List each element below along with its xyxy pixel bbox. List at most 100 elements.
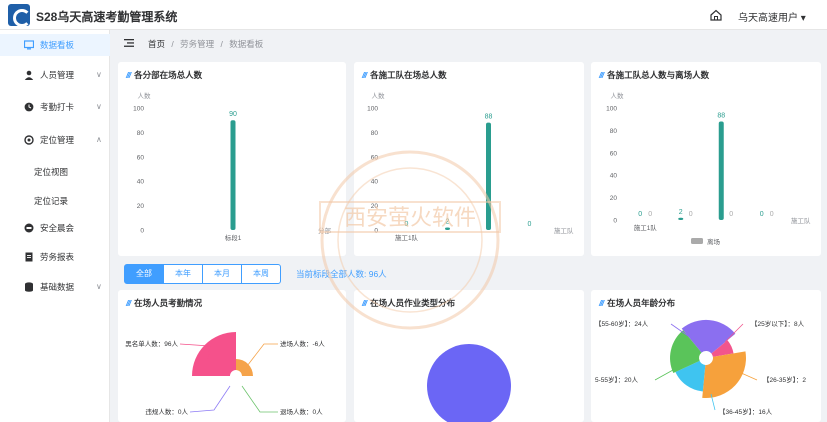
pie-slice xyxy=(427,344,511,422)
sidebar-item-label: 劳务报表 xyxy=(40,252,75,262)
data-label: 0 xyxy=(528,221,532,228)
leader-line xyxy=(189,385,231,413)
bar xyxy=(718,121,724,220)
y-tick-label: 100 xyxy=(367,106,378,113)
y-tick-label: 20 xyxy=(137,203,145,210)
chevron-down-icon: ∨ xyxy=(96,102,102,111)
pie-label: 退场人数：0人 xyxy=(280,407,323,416)
x-axis-label: 分部 xyxy=(318,226,332,235)
database-icon xyxy=(25,282,33,292)
attendance-chart: 黑名单人数：96人 进场人数：-6人违规人数：0人 退场人数：0人 xyxy=(125,332,325,416)
x-tick-label: 施工1队 xyxy=(634,223,658,232)
data-label: 2 xyxy=(446,219,450,226)
filter-year-button[interactable]: 本年 xyxy=(163,264,203,284)
pie-label: 5-55岁】：20人 xyxy=(595,375,638,384)
data-label: 88 xyxy=(485,114,493,121)
y-axis-label: 人数 xyxy=(611,91,625,100)
chevron-up-icon: ∧ xyxy=(96,135,102,144)
x-axis-label: 施工队 xyxy=(791,216,811,225)
app-title: S28乌天高速考勤管理系统 xyxy=(36,10,178,24)
total-count-label: 当前标段全部人数: 96人 xyxy=(296,269,387,279)
branch-onsite-chart: 人数 0 20 40 60 80 100 分部 90 标段1 xyxy=(133,91,332,242)
leader-line xyxy=(241,385,278,413)
y-tick-label: 40 xyxy=(610,173,618,180)
data-label: 0 xyxy=(770,211,774,218)
data-label: 88 xyxy=(717,112,725,119)
time-filter-group: 全部 本年 本月 本周 xyxy=(124,264,281,284)
sidebar-item-label: 安全晨会 xyxy=(40,223,75,233)
breadcrumb-separator: / xyxy=(171,39,174,49)
sidebar-item-attendance[interactable]: 考勤打卡 ∨ xyxy=(0,96,110,118)
location-icon xyxy=(24,135,34,145)
breadcrumb-home[interactable]: 首页 xyxy=(148,39,165,49)
y-tick-label: 40 xyxy=(137,179,145,186)
x-tick-label: 施工1队 xyxy=(395,233,419,242)
sidebar-item-base-data[interactable]: 基础数据 ∨ xyxy=(0,276,110,298)
work-type-chart xyxy=(427,344,511,422)
dashboard-icon xyxy=(24,40,34,50)
card-work-type: ///在场人员作业类型分布 xyxy=(354,290,584,422)
filter-all-button[interactable]: 全部 xyxy=(124,264,164,284)
pie-label: 【25岁以下】：8人 xyxy=(751,319,805,328)
y-tick-label: 20 xyxy=(610,195,618,202)
sidebar-item-location[interactable]: 定位管理 ∧ xyxy=(0,129,110,151)
pie-slice xyxy=(192,332,236,376)
sidebar-item-personnel[interactable]: 人员管理 ∨ xyxy=(0,64,110,86)
meeting-icon xyxy=(24,223,34,233)
pie-label: 【26-35岁】：2 xyxy=(763,375,806,384)
y-tick-label: 40 xyxy=(371,179,379,186)
sidebar-item-label: 数据看板 xyxy=(40,40,75,50)
y-tick-label: 80 xyxy=(610,128,618,135)
legend-swatch xyxy=(691,238,703,244)
sidebar-item-labor-report[interactable]: 劳务报表 xyxy=(0,246,110,268)
sidebar-item-label: 人员管理 xyxy=(40,70,75,80)
age-chart: 【55-60岁】：24人 【25岁以下】：8人【26-35岁】：2 【36-45岁】… xyxy=(595,319,806,416)
sidebar-item-label: 考勤打卡 xyxy=(40,102,75,112)
y-tick-label: 0 xyxy=(374,228,378,235)
leader-line xyxy=(654,369,674,381)
team-total-leave-chart: 人数020406080100施工队0 0施工1队2 0880 0 0离场 xyxy=(606,91,811,246)
data-label: 90 xyxy=(229,111,237,118)
card-attendance: ///在场人员考勤情况 黑名单人数：96人 进场人数：-6人 违规人数：0人 退场人数… xyxy=(118,290,346,422)
y-tick-label: 80 xyxy=(137,130,145,137)
card-team-onsite: ///各施工队在场总人数 人数 0 20 40 60 80 100 施工队 0 施工1队 2 88 0 xyxy=(354,62,584,256)
x-tick-label: 标段1 xyxy=(225,233,242,242)
y-tick-label: 100 xyxy=(606,106,617,113)
menu-toggle-icon[interactable] xyxy=(124,39,134,47)
y-tick-label: 80 xyxy=(371,130,379,137)
y-tick-label: 60 xyxy=(610,150,618,157)
y-axis-label: 人数 xyxy=(372,91,386,100)
pie-label: 【36-45岁】：16人 xyxy=(719,407,773,416)
card-branch-onsite: ///各分部在场总人数 人数 0 20 40 60 80 100 分部 90 标段1 xyxy=(118,62,346,256)
clock-icon xyxy=(24,102,34,112)
home-icon[interactable] xyxy=(710,9,722,21)
sidebar-item-label: 定位管理 xyxy=(40,135,75,145)
sidebar-subitem-location-records[interactable]: 定位记录 xyxy=(34,195,68,207)
data-label: 2 xyxy=(679,209,683,216)
breadcrumb-separator: / xyxy=(220,39,223,49)
bar xyxy=(230,120,236,230)
sidebar-subitem-location-view[interactable]: 定位视图 xyxy=(34,166,68,178)
pie-label: 黑名单人数：96人 xyxy=(125,339,178,348)
y-tick-label: 60 xyxy=(137,154,145,161)
data-label: 0 xyxy=(405,221,409,228)
y-tick-label: 100 xyxy=(133,106,144,113)
filter-month-button[interactable]: 本月 xyxy=(202,264,242,284)
chevron-down-icon: ∨ xyxy=(96,70,102,79)
report-icon xyxy=(25,252,33,262)
card-team-total-leave: ///各施工队总人数与离场人数 人数 0 20 40 60 80 100 施工队 0 0 施工1队 2… xyxy=(591,62,821,256)
data-label: 0 xyxy=(689,211,693,218)
breadcrumb-labor[interactable]: 劳务管理 xyxy=(180,39,214,49)
pie-slice xyxy=(702,351,746,398)
data-label: 0 xyxy=(638,211,642,218)
bar xyxy=(678,217,684,220)
y-tick-label: 0 xyxy=(613,218,617,225)
user-menu[interactable]: 乌天高速用户 ▾ xyxy=(738,9,806,24)
sidebar-item-safety-meeting[interactable]: 安全晨会 xyxy=(0,217,110,239)
sidebar-item-dashboard[interactable]: 数据看板 xyxy=(0,34,110,56)
top-bar: S28乌天高速考勤管理系统 乌天高速用户 ▾ xyxy=(0,0,827,30)
data-label: 0 xyxy=(729,211,733,218)
filter-week-button[interactable]: 本周 xyxy=(241,264,281,284)
y-tick-label: 0 xyxy=(140,228,144,235)
chevron-down-icon: ∨ xyxy=(96,282,102,291)
